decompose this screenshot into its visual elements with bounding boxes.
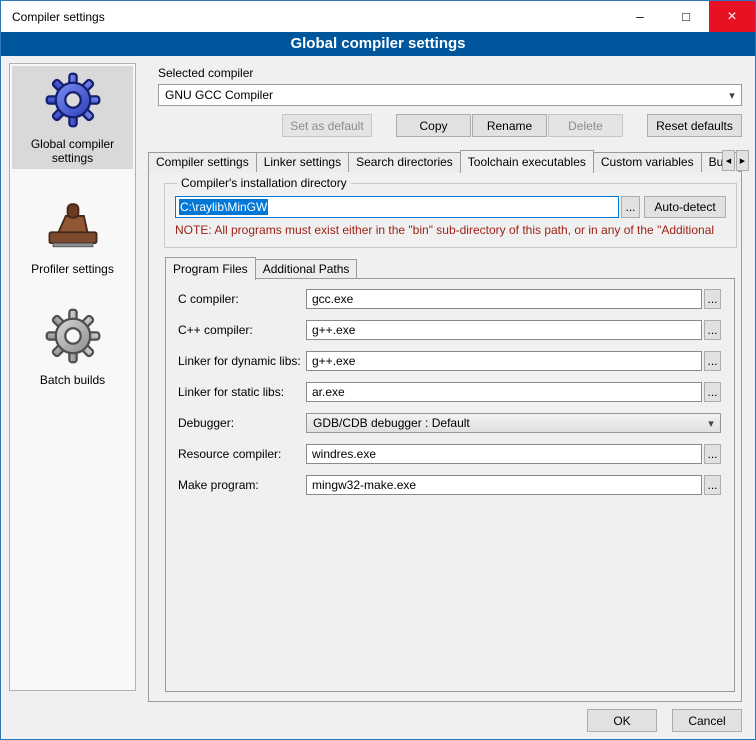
- tab-toolchain-executables[interactable]: Toolchain executables: [460, 150, 594, 173]
- linker-dynamic-value: g++.exe: [312, 354, 355, 368]
- make-program-label: Make program:: [178, 478, 306, 492]
- c-compiler-label: C compiler:: [178, 292, 306, 306]
- installation-directory-row: C:\raylib\MinGW ... Auto-detect: [175, 196, 726, 218]
- c-compiler-row: C compiler: gcc.exe ...: [178, 289, 734, 309]
- linker-static-value: ar.exe: [312, 385, 345, 399]
- debugger-row: Debugger: GDB/CDB debugger : Default ▾: [178, 413, 734, 433]
- tab-compiler-settings[interactable]: Compiler settings: [148, 152, 257, 172]
- compiler-settings-tabstrip: Compiler settings Linker settings Search…: [148, 149, 738, 172]
- gray-gear-icon: [14, 307, 131, 369]
- installation-directory-group-title: Compiler's installation directory: [177, 176, 351, 190]
- selected-compiler-label: Selected compiler: [158, 66, 253, 80]
- make-program-value: mingw32-make.exe: [312, 478, 416, 492]
- linker-dynamic-input[interactable]: g++.exe: [306, 351, 702, 371]
- bin-subdirectory-note: NOTE: All programs must exist either in …: [175, 223, 724, 237]
- minimize-button[interactable]: –: [617, 1, 663, 32]
- tab-custom-variables[interactable]: Custom variables: [593, 152, 702, 172]
- sidebar-item-label: Global compiler settings: [14, 137, 131, 165]
- linker-static-label: Linker for static libs:: [178, 385, 306, 399]
- ok-button[interactable]: OK: [587, 709, 657, 732]
- program-files-page: C compiler: gcc.exe ... C++ compiler: g+…: [165, 278, 735, 692]
- maximize-button[interactable]: □: [663, 1, 709, 32]
- c-compiler-browse-button[interactable]: ...: [704, 289, 721, 309]
- dialog-header: Global compiler settings: [1, 32, 755, 56]
- blue-gear-icon: [14, 71, 131, 133]
- tab-linker-settings[interactable]: Linker settings: [256, 152, 349, 172]
- sidebar-item-global-compiler-settings[interactable]: Global compiler settings: [12, 66, 133, 169]
- resource-compiler-browse-button[interactable]: ...: [704, 444, 721, 464]
- profiler-tool-icon: [14, 196, 131, 258]
- linker-static-row: Linker for static libs: ar.exe ...: [178, 382, 734, 402]
- make-program-input[interactable]: mingw32-make.exe: [306, 475, 702, 495]
- cpp-compiler-row: C++ compiler: g++.exe ...: [178, 320, 734, 340]
- selected-compiler-value: GNU GCC Compiler: [165, 88, 723, 102]
- installation-directory-group: Compiler's installation directory C:\ray…: [164, 176, 737, 248]
- auto-detect-button[interactable]: Auto-detect: [644, 196, 726, 218]
- linker-dynamic-browse-button[interactable]: ...: [704, 351, 721, 371]
- install-dir-selected-text: C:\raylib\MinGW: [179, 199, 268, 215]
- settings-category-list: Global compiler settings Profiler settin…: [9, 63, 136, 691]
- cpp-compiler-value: g++.exe: [312, 323, 355, 337]
- sidebar-item-label: Profiler settings: [14, 262, 131, 276]
- program-files-tabstrip: Program Files Additional Paths: [165, 257, 356, 279]
- sidebar-item-profiler-settings[interactable]: Profiler settings: [12, 191, 133, 280]
- selected-compiler-select[interactable]: GNU GCC Compiler ▾: [158, 84, 742, 106]
- resource-compiler-input[interactable]: windres.exe: [306, 444, 702, 464]
- delete-button[interactable]: Delete: [548, 114, 623, 137]
- cpp-compiler-label: C++ compiler:: [178, 323, 306, 337]
- cpp-compiler-browse-button[interactable]: ...: [704, 320, 721, 340]
- linker-dynamic-label: Linker for dynamic libs:: [178, 354, 306, 368]
- c-compiler-input[interactable]: gcc.exe: [306, 289, 702, 309]
- resource-compiler-value: windres.exe: [312, 447, 376, 461]
- debugger-select[interactable]: GDB/CDB debugger : Default ▾: [306, 413, 721, 433]
- linker-static-input[interactable]: ar.exe: [306, 382, 702, 402]
- reset-defaults-button[interactable]: Reset defaults: [647, 114, 742, 137]
- debugger-value: GDB/CDB debugger : Default: [313, 416, 702, 430]
- window-title: Compiler settings: [1, 10, 105, 24]
- close-button[interactable]: ×: [709, 1, 755, 32]
- tab-program-files[interactable]: Program Files: [165, 257, 256, 280]
- make-program-row: Make program: mingw32-make.exe ...: [178, 475, 734, 495]
- debugger-label: Debugger:: [178, 416, 306, 430]
- tab-search-directories[interactable]: Search directories: [348, 152, 461, 172]
- tab-scroll-left-button[interactable]: ◀: [722, 150, 735, 171]
- chevron-down-icon: ▾: [702, 417, 720, 430]
- c-compiler-value: gcc.exe: [312, 292, 353, 306]
- compiler-settings-window: Compiler settings – □ × Global compiler …: [0, 0, 756, 740]
- install-dir-browse-button[interactable]: ...: [621, 196, 640, 218]
- cancel-button[interactable]: Cancel: [672, 709, 742, 732]
- linker-dynamic-row: Linker for dynamic libs: g++.exe ...: [178, 351, 734, 371]
- tab-scroll-right-button[interactable]: ▶: [736, 150, 749, 171]
- copy-button[interactable]: Copy: [396, 114, 471, 137]
- tab-additional-paths[interactable]: Additional Paths: [255, 259, 358, 279]
- cpp-compiler-input[interactable]: g++.exe: [306, 320, 702, 340]
- install-dir-input[interactable]: C:\raylib\MinGW: [175, 196, 619, 218]
- toolchain-executables-page: Compiler's installation directory C:\ray…: [148, 171, 742, 702]
- titlebar[interactable]: Compiler settings – □ ×: [1, 1, 755, 32]
- sidebar-item-label: Batch builds: [14, 373, 131, 387]
- set-as-default-button[interactable]: Set as default: [282, 114, 372, 137]
- resource-compiler-row: Resource compiler: windres.exe ...: [178, 444, 734, 464]
- rename-button[interactable]: Rename: [472, 114, 547, 137]
- linker-static-browse-button[interactable]: ...: [704, 382, 721, 402]
- chevron-down-icon: ▾: [723, 89, 741, 102]
- resource-compiler-label: Resource compiler:: [178, 447, 306, 461]
- sidebar-item-batch-builds[interactable]: Batch builds: [12, 302, 133, 391]
- window-controls: – □ ×: [617, 1, 755, 32]
- make-program-browse-button[interactable]: ...: [704, 475, 721, 495]
